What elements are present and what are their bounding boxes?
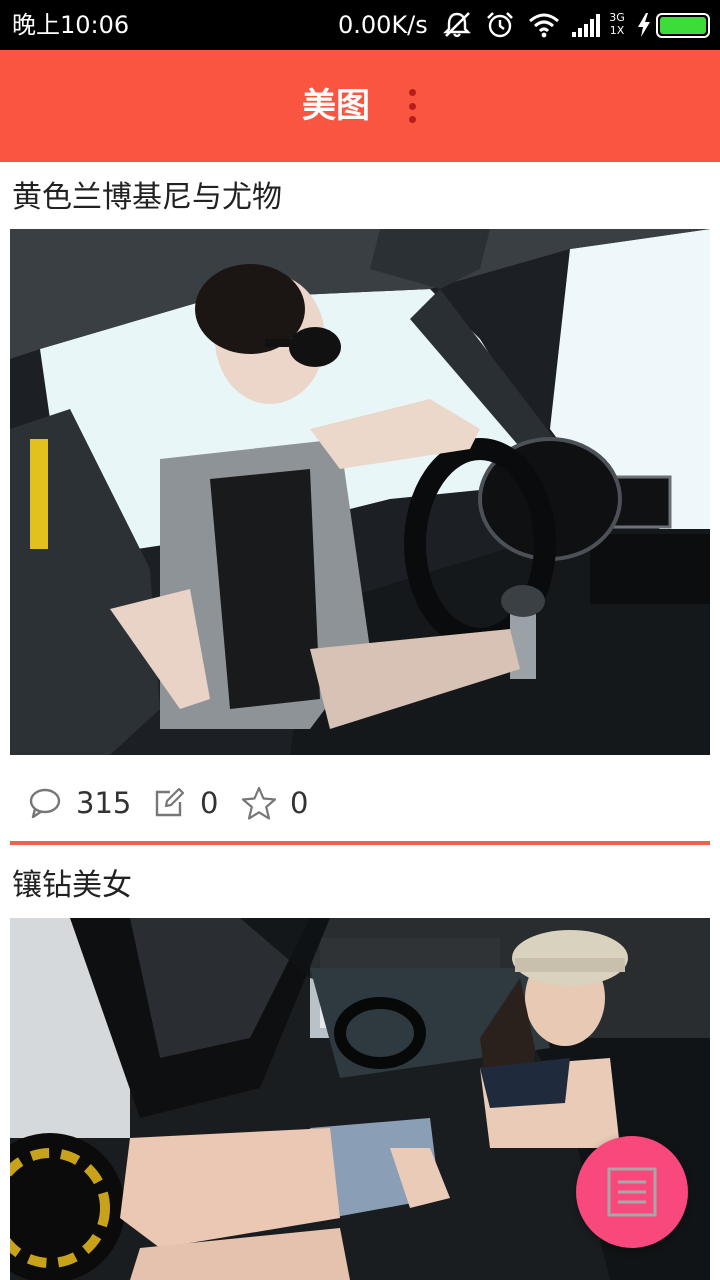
network-type: 3G 1X [604, 11, 630, 37]
mute-icon [440, 10, 474, 40]
document-list-icon [606, 1166, 658, 1218]
favorite-stat[interactable]: 0 [238, 771, 308, 835]
comment-count: 315 [76, 786, 132, 820]
app-bar: 美图 [0, 50, 720, 162]
post-title[interactable]: 镶钻美女 [12, 866, 132, 906]
post-image[interactable] [10, 229, 710, 755]
comment-stat[interactable]: 315 [24, 771, 131, 835]
fab-button[interactable] [576, 1136, 688, 1248]
post-image-graphic [10, 229, 710, 755]
battery-level [660, 17, 706, 34]
network-type-label: 3G [609, 11, 625, 24]
battery-icon [656, 13, 710, 38]
star-icon [238, 782, 280, 824]
edit-stat[interactable]: 0 [148, 771, 218, 835]
post-card[interactable]: 黄色兰博基尼与尤物 315 0 0 [0, 162, 720, 852]
charging-icon [634, 10, 654, 40]
post-title[interactable]: 黄色兰博基尼与尤物 [12, 178, 282, 218]
status-time: 晚上10:06 [12, 11, 130, 39]
favorite-count: 0 [290, 786, 309, 820]
post-feed[interactable]: 黄色兰博基尼与尤物 315 0 0 镶钻美女 [0, 162, 720, 1280]
alarm-icon [484, 10, 516, 40]
more-dot [408, 102, 416, 110]
sim-slot-label: 1X [609, 24, 625, 37]
more-vert-icon[interactable] [398, 86, 426, 126]
status-bar: 晚上10:06 0.00K/s 3G 1X [0, 0, 720, 50]
post-divider [10, 841, 710, 845]
signal-icon [570, 10, 604, 40]
post-stats: 315 0 0 [0, 771, 720, 835]
more-dot [408, 89, 416, 96]
page-title: 美图 [302, 86, 370, 126]
wifi-icon [526, 10, 562, 40]
comment-icon [24, 782, 66, 824]
edit-count: 0 [200, 786, 219, 820]
edit-icon [148, 782, 190, 824]
more-dot [408, 116, 416, 123]
status-net-speed: 0.00K/s [338, 11, 428, 39]
